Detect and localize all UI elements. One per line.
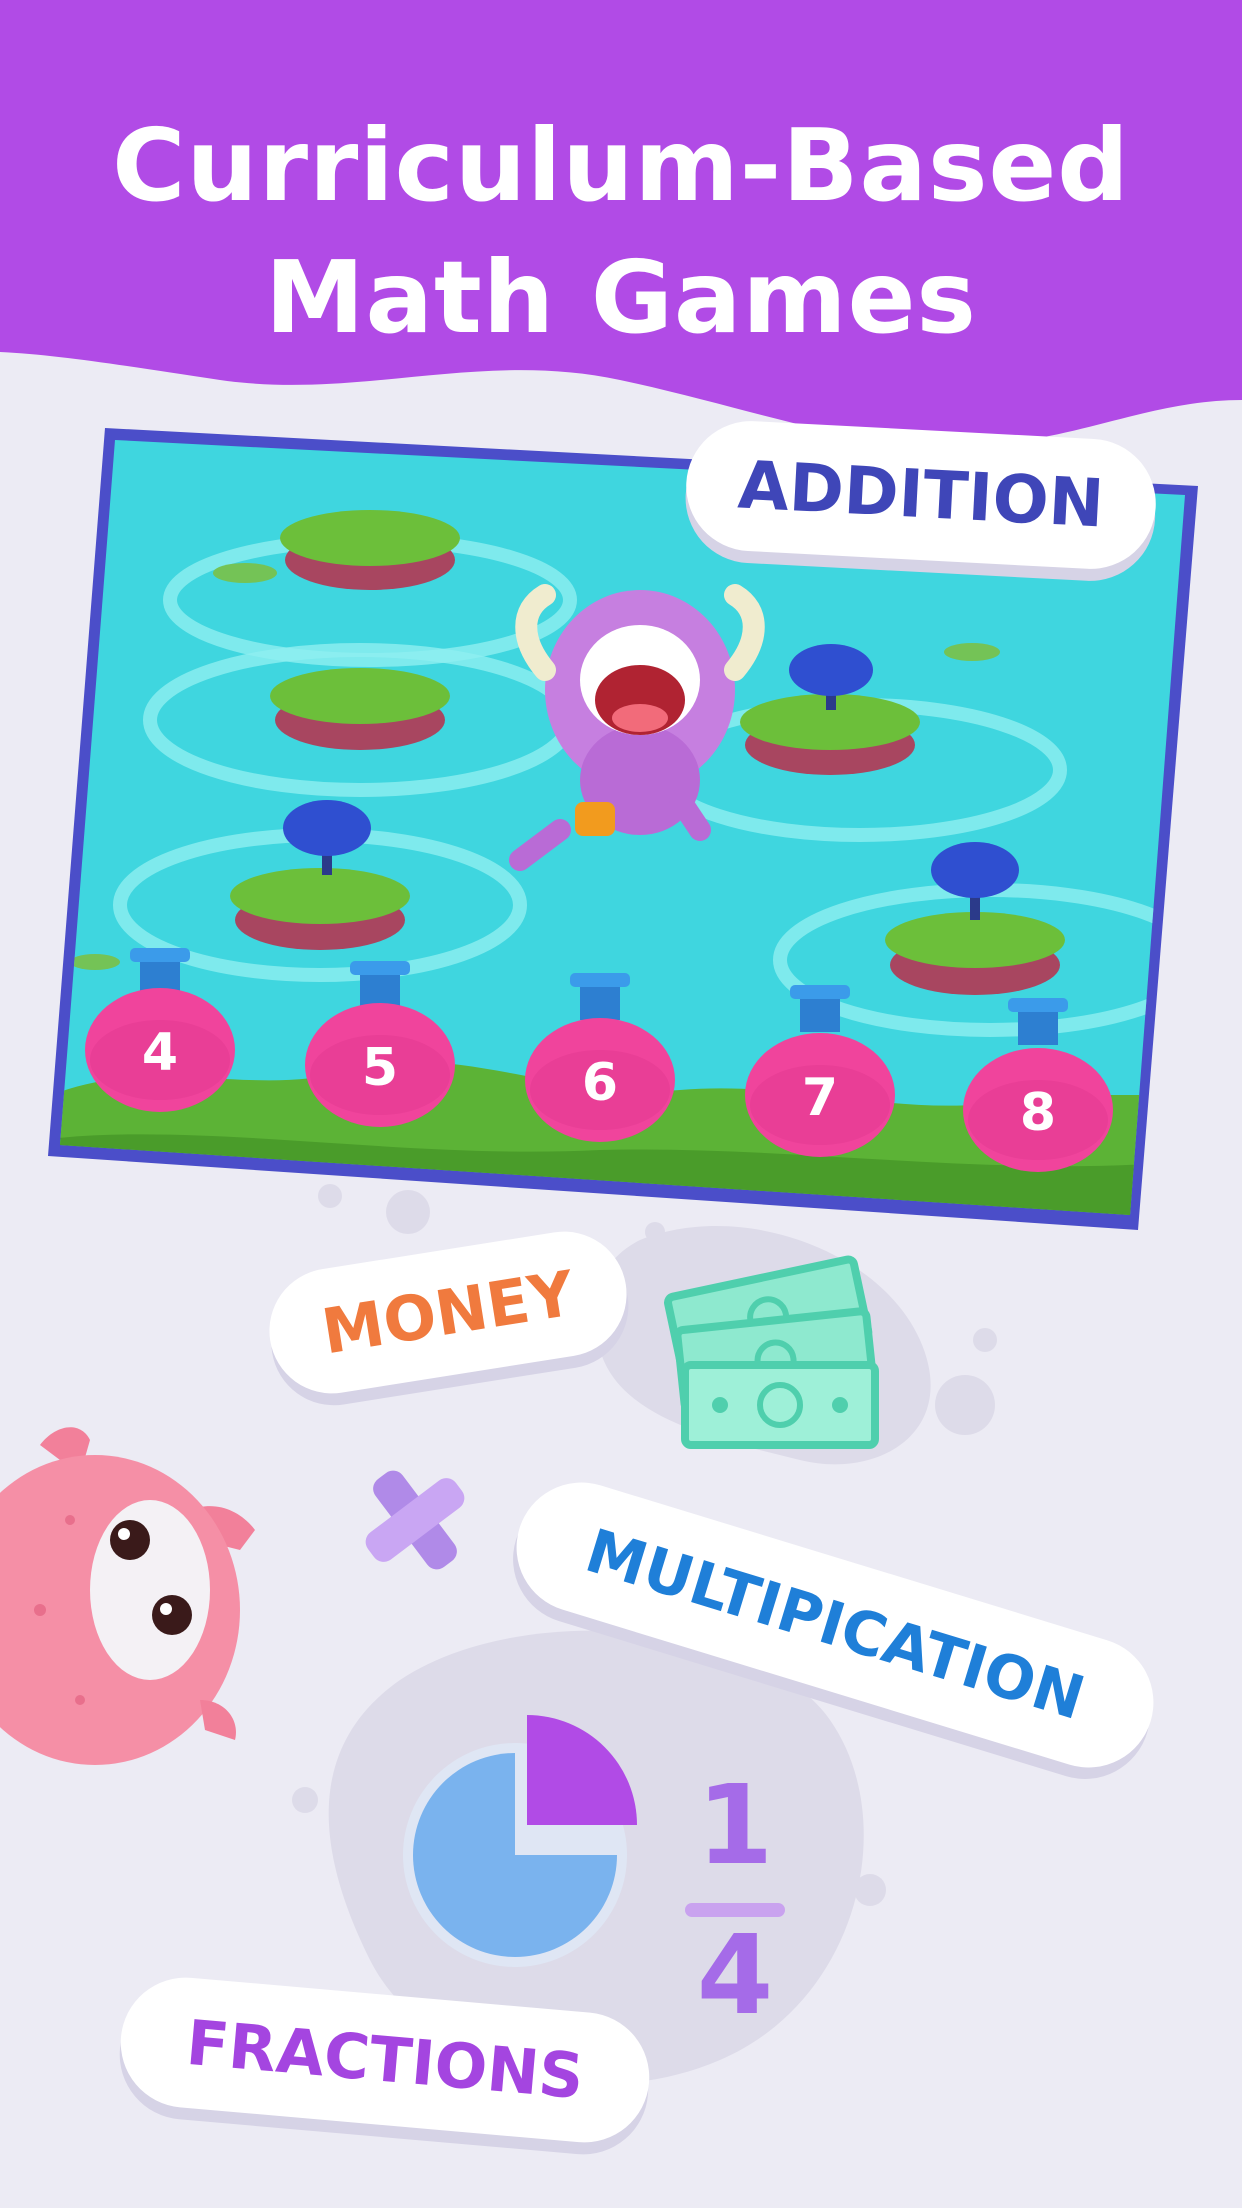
answer-bottle-7[interactable]: 7	[745, 985, 895, 1157]
fraction-icon: 1 4	[680, 1770, 790, 2030]
answer-bottle-7-label: 7	[802, 1068, 838, 1128]
fraction-denominator: 4	[696, 1911, 774, 2039]
answer-bottle-5-label: 5	[362, 1038, 398, 1098]
fraction-numerator: 1	[696, 1761, 774, 1889]
answer-bottle-4-label: 4	[142, 1023, 178, 1083]
multiply-icon	[365, 1470, 465, 1570]
answer-bottle-5[interactable]: 5	[305, 961, 455, 1127]
money-label-text: MONEY	[317, 1256, 579, 1369]
pie-chart-icon	[403, 1715, 637, 1967]
answer-bottle-8[interactable]: 8	[963, 998, 1113, 1172]
page-title: Curriculum-Based Math Games	[0, 100, 1242, 364]
answer-bottle-6-label: 6	[582, 1053, 618, 1113]
answer-bottle-4[interactable]: 4	[85, 948, 235, 1112]
addition-label: ADDITION	[682, 417, 1160, 573]
pink-monster	[0, 1427, 255, 1765]
fractions-label-text: FRACTIONS	[183, 2005, 587, 2114]
addition-label-text: ADDITION	[736, 446, 1106, 543]
answer-bottle-6[interactable]: 6	[525, 973, 675, 1142]
answer-bottle-8-label: 8	[1020, 1083, 1056, 1143]
title-line-1: Curriculum-Based	[112, 107, 1130, 224]
title-line-2: Math Games	[265, 239, 977, 356]
money-bills-icon	[664, 1255, 879, 1449]
